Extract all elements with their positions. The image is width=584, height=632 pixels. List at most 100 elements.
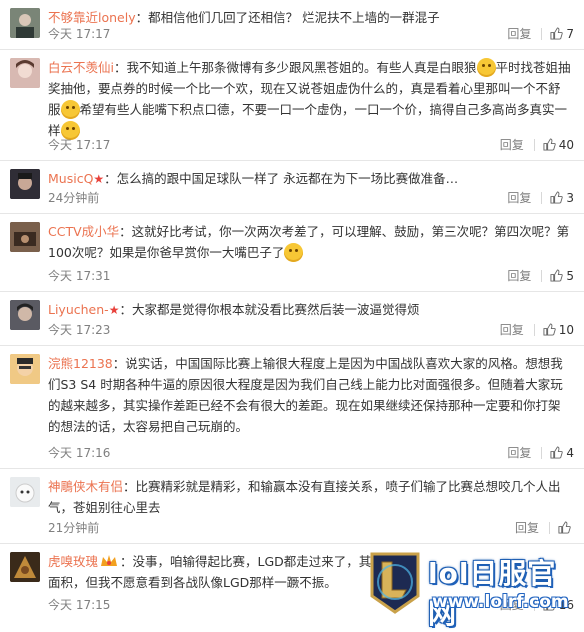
comment-username[interactable]: 不够靠近lonely [48,10,136,25]
avatar-image [10,169,40,199]
comment-content: 白云不羡仙i：我不知道上午那条微博有多少跟风黑苍姐的。有些人真是白眼狼 平时找苍姐… [48,57,572,141]
comment-content: 神鵰侠木有侣：比赛精彩就是精彩，和输赢本没有直接关系，喷子们输了比赛总想咬几个人… [48,476,572,518]
avatar-image [10,552,40,582]
comment-content: MusicQ★：怎么搞的跟中国足球队一样了 永远都在为下一场比赛做准备… [48,168,572,190]
comment-meta: 21分钟前 回复 [48,519,574,537]
comment-text: ：比赛精彩就是精彩，和输赢本没有直接关系，喷子们输了比赛总想咬几个人出气，苍姐别… [48,479,561,515]
divider [533,139,535,151]
comment-text: 面积，但我不愿意看到各战队像LGD那样一蹶不振。 [48,575,337,590]
avatar[interactable] [10,477,40,507]
comment-username[interactable]: 虎嗅玫瑰 [48,554,98,569]
comment-text: 希望有些人能嘴下积点口德，不要一口一个虚伪，一口一个价，搞得自己多高尚多真实一样 [48,102,568,138]
lol-logo-icon [370,552,420,614]
divider [541,447,543,459]
comment-text: ：大家都是觉得你根本就没看比赛然后装一波逼觉得烦 [119,302,420,317]
comment-time: 今天 17:23 [48,323,111,337]
comment-actions: 回复 40 [500,136,574,154]
divider [549,522,550,534]
comment-text: ：我不知道上午那条微博有多少跟风黑苍姐的。有些人真是白眼狼 [113,60,477,75]
comment-item: 白云不羡仙i：我不知道上午那条微博有多少跟风黑苍姐的。有些人真是白眼狼 平时找苍姐… [0,50,584,161]
comment-content: Liyuchen-★：大家都是觉得你根本就没看比赛然后装一波逼觉得烦 [48,299,572,321]
avatar[interactable] [10,58,40,88]
divider [541,192,543,204]
like-count: 3 [566,191,574,205]
avatar-image [10,222,40,252]
emoji-icon [284,243,304,262]
comment-time: 24分钟前 [48,191,100,205]
comment-time: 21分钟前 [48,521,100,535]
avatar-image [10,58,40,88]
avatar[interactable] [10,8,40,38]
avatar[interactable] [10,552,40,582]
like-icon[interactable] [550,269,564,282]
reply-button[interactable]: 回复 [500,323,524,337]
like-icon[interactable] [550,191,564,204]
comment-meta: 今天 17:16 回复 4 [48,444,574,462]
like-icon[interactable] [543,138,556,151]
vip-crown-icon [101,555,118,566]
comment-time: 今天 17:31 [48,269,111,283]
comment-item: 神鵰侠木有侣：比赛精彩就是精彩，和输赢本没有直接关系，喷子们输了比赛总想咬几个人… [0,469,584,544]
reply-button[interactable]: 回复 [507,269,531,283]
avatar-image [10,477,40,507]
comment-time: 今天 17:17 [48,138,111,152]
avatar[interactable] [10,300,40,330]
emoji-icon [476,58,496,77]
like-count: 4 [566,446,574,460]
avatar-image [10,300,40,330]
comment-item: MusicQ★：怎么搞的跟中国足球队一样了 永远都在为下一场比赛做准备… 24分… [0,161,584,214]
avatar[interactable] [10,354,40,384]
comment-text: ：怎么搞的跟中国足球队一样了 永远都在为下一场比赛做准备… [104,171,459,186]
comment-time: 今天 17:15 [48,598,111,612]
comment-meta: 今天 17:17 回复 7 [48,25,574,43]
divider [541,270,543,282]
comment-list: 不够靠近lonely：都相信他们几回了还相信？ 烂泥扶不上墙的一群混子 今天 1… [0,0,584,620]
site-watermark: lol日服官网 www.lolrf.com [366,548,584,630]
comment-username[interactable]: 神鵰侠木有侣 [48,479,123,494]
avatar[interactable] [10,169,40,199]
like-icon[interactable] [550,27,564,40]
like-icon[interactable] [543,323,556,336]
comment-actions: 回复 10 [500,321,574,339]
like-icon[interactable] [550,446,564,459]
comment-username[interactable]: 浣熊12138 [48,356,113,371]
comment-actions: 回复 3 [507,189,574,207]
comment-text: ：这就好比考试，你一次两次考差了，可以理解、鼓励，第三次呢？第四次呢？第100次… [48,224,570,260]
comment-username[interactable]: CCTV成小华 [48,224,119,239]
member-badge-icon: ★ [108,303,120,317]
comment-meta: 今天 17:23 回复 10 [48,321,574,339]
comment-username[interactable]: 白云不羡仙i [48,60,114,75]
comment-meta: 今天 17:31 回复 5 [48,267,574,285]
comment-actions: 回复 5 [507,267,574,285]
reply-button[interactable]: 回复 [507,446,531,460]
comment-username[interactable]: Liyuchen- [48,302,109,317]
reply-button[interactable]: 回复 [507,191,531,205]
comment-content: 浣熊12138：说实话，中国国际比赛上输很大程度上是因为中国战队喜欢大家的风格。… [48,353,572,437]
like-count: 7 [566,27,574,41]
avatar[interactable] [10,222,40,252]
comment-item: Liyuchen-★：大家都是觉得你根本就没看比赛然后装一波逼觉得烦 今天 17… [0,292,584,346]
like-count: 40 [558,138,574,152]
comment-text: ：没事，咱输得起比赛，LGD都走过来了，其他 [120,554,384,569]
comment-text: ：都相信他们几回了还相信？ 烂泥扶不上墙的一群混子 [135,10,440,25]
comment-meta: 今天 17:17 回复 40 [48,136,574,154]
comment-time: 今天 17:16 [48,446,111,460]
comment-time: 今天 17:17 [48,27,111,41]
like-count: 5 [566,269,574,283]
reply-button[interactable]: 回复 [515,521,539,535]
comment-content: CCTV成小华：这就好比考试，你一次两次考差了，可以理解、鼓励，第三次呢？第四次… [48,221,572,263]
reply-button[interactable]: 回复 [500,138,524,152]
avatar-image [10,354,40,384]
member-badge-icon: ★ [93,172,105,186]
reply-button[interactable]: 回复 [507,27,531,41]
comment-item: CCTV成小华：这就好比考试，你一次两次考差了，可以理解、鼓励，第三次呢？第四次… [0,214,584,292]
emoji-icon [60,100,80,119]
comment-meta: 24分钟前 回复 3 [48,189,574,207]
like-icon[interactable] [558,521,571,534]
comment-username[interactable]: MusicQ [48,171,93,186]
comment-actions: 回复 4 [507,444,574,462]
comment-actions: 回复 7 [507,25,574,43]
like-count: 10 [558,323,574,337]
divider [533,324,535,336]
watermark-url: www.lolrf.com [432,592,569,612]
